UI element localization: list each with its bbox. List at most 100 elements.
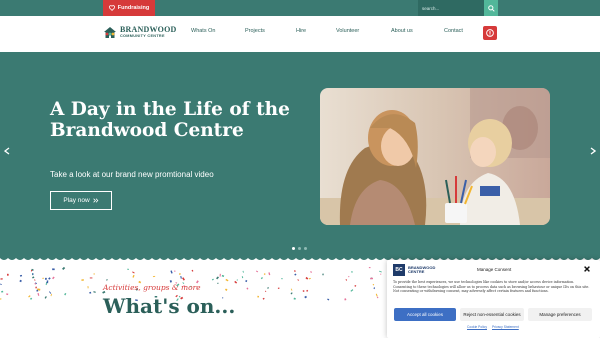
confetti-piece: [62, 266, 66, 271]
confetti-piece: [32, 273, 34, 275]
chevron-right-icon[interactable]: [590, 147, 596, 155]
confetti-piece: [310, 271, 312, 274]
accept-cookies-button[interactable]: Accept all cookies: [394, 308, 456, 321]
confetti-piece: [350, 289, 354, 292]
confetti-piece: [267, 286, 269, 289]
cookie-consent-dialog: BC BRANDWOOD CENTRE Manage Consent To pr…: [387, 260, 600, 338]
confetti-piece: [45, 277, 47, 280]
confetti-piece: [294, 270, 296, 273]
confetti-piece: [34, 279, 36, 281]
confetti-piece: [294, 273, 297, 276]
confetti-piece: [19, 274, 23, 277]
confetti-piece: [87, 286, 89, 289]
confetti-piece: [1, 290, 4, 293]
slider-dots: [292, 247, 307, 250]
alert-button[interactable]: [483, 26, 497, 40]
confetti-piece: [52, 268, 55, 271]
confetti-piece: [217, 282, 219, 284]
confetti-piece: [6, 273, 9, 276]
confetti-piece: [106, 278, 108, 281]
confetti-piece: [378, 270, 382, 273]
logo-mark-icon: [104, 27, 116, 38]
confetti-piece: [29, 297, 33, 300]
slider-dot[interactable]: [298, 247, 301, 250]
confetti-piece: [306, 289, 309, 292]
confetti-piece: [368, 267, 371, 269]
confetti-piece: [6, 293, 9, 296]
cookie-dialog-title: Manage Consent: [477, 267, 512, 272]
page: Fundraising BRANDWOOD: [0, 0, 600, 338]
confetti-piece: [52, 276, 55, 280]
confetti-piece: [93, 273, 95, 275]
confetti-piece: [93, 291, 96, 293]
search-bar: [418, 0, 498, 16]
search-icon: [487, 4, 495, 12]
privacy-statement-link[interactable]: Privacy Statement: [492, 325, 519, 329]
confetti-piece: [132, 271, 135, 274]
confetti-piece: [348, 275, 350, 278]
slider-dot[interactable]: [304, 247, 307, 250]
search-button[interactable]: [484, 0, 498, 16]
confetti-piece: [370, 277, 373, 280]
confetti-piece: [264, 290, 267, 292]
confetti-piece: [293, 297, 296, 300]
confetti-piece: [351, 271, 353, 273]
cookie-dialog-links: Cookie Policy Privacy Statement: [467, 325, 519, 329]
site-logo[interactable]: BRANDWOOD COMMUNITY CENTRE: [103, 25, 176, 39]
confetti-piece: [182, 277, 185, 281]
hero-photo-illustration: [320, 88, 550, 225]
nav-item-volunteer[interactable]: Volunteer: [336, 28, 359, 34]
chevron-left-icon[interactable]: [4, 147, 10, 155]
cookie-dialog-logo: BC BRANDWOOD CENTRE: [393, 264, 435, 276]
confetti-piece: [373, 287, 375, 290]
cookie-dialog-body: To provide the best experiences, we use …: [393, 280, 590, 294]
confetti-piece: [290, 288, 293, 291]
confetti-piece: [216, 276, 219, 280]
whats-on-title: What's on...: [103, 294, 236, 318]
confetti-piece: [263, 273, 266, 275]
confetti-piece: [290, 292, 293, 295]
confetti-piece: [375, 293, 378, 297]
play-now-button[interactable]: Play now: [50, 191, 112, 210]
close-icon[interactable]: [583, 265, 591, 273]
nav-item-about-us[interactable]: About us: [391, 28, 413, 34]
nav-item-projects[interactable]: Projects: [245, 28, 265, 34]
nav-item-hire[interactable]: Hire: [296, 28, 306, 34]
confetti-piece: [257, 295, 259, 298]
confetti-piece: [354, 285, 357, 287]
top-bar: Fundraising: [0, 0, 600, 16]
slider-dot[interactable]: [292, 247, 295, 250]
confetti-piece: [50, 293, 53, 297]
manage-preferences-button[interactable]: Manage preferences: [528, 308, 592, 321]
fundraising-button[interactable]: Fundraising: [103, 0, 155, 16]
nav-item-contact[interactable]: Contact: [444, 28, 463, 34]
hero-subtitle: Take a look at our brand new promtional …: [50, 170, 214, 179]
confetti-piece: [242, 270, 244, 273]
confetti-piece: [221, 274, 225, 277]
alert-icon: [486, 29, 494, 37]
confetti-piece: [127, 268, 129, 270]
confetti-piece: [345, 279, 348, 281]
confetti-piece: [42, 277, 44, 280]
double-chevron-right-icon: [93, 198, 99, 203]
confetti-piece: [89, 277, 93, 279]
confetti-piece: [380, 273, 382, 275]
confetti-piece: [180, 276, 182, 279]
confetti-piece: [262, 297, 265, 300]
confetti-piece: [48, 277, 51, 280]
confetti-piece: [344, 298, 347, 301]
confetti-piece: [236, 279, 238, 281]
confetti-piece: [322, 273, 324, 276]
confetti-piece: [219, 273, 221, 277]
hero-title: A Day in the Life of the Brandwood Centr…: [50, 99, 290, 141]
confetti-piece: [305, 276, 309, 280]
reject-cookies-button[interactable]: Reject non-essential cookies: [460, 308, 524, 321]
confetti-piece: [372, 283, 375, 286]
cookie-logo-mark-icon: BC: [393, 264, 405, 276]
cookie-policy-link[interactable]: Cookie Policy: [467, 325, 487, 329]
search-input[interactable]: [418, 0, 484, 16]
logo-title: BRANDWOOD: [120, 24, 177, 34]
nav-item-whats-on[interactable]: Whats On: [191, 28, 215, 34]
confetti-piece: [225, 278, 229, 282]
confetti-piece: [174, 270, 176, 272]
